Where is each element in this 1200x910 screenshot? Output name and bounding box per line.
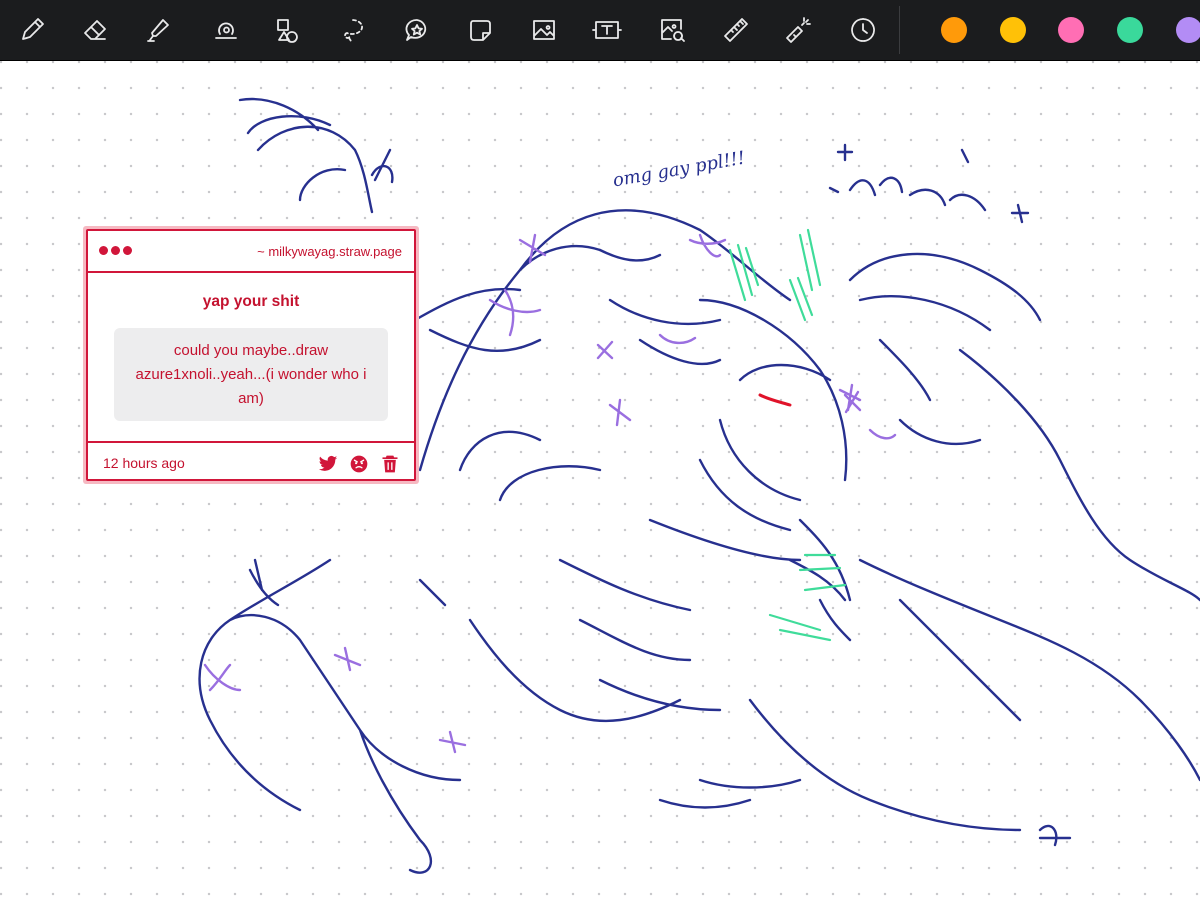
twitter-icon [318,455,338,471]
trash-icon [382,455,398,473]
card-message: could you maybe..draw azure1xnoli..yeah.… [135,341,367,407]
card-message-bubble: could you maybe..draw azure1xnoli..yeah.… [114,328,388,421]
card-timestamp: 12 hours ago [103,455,185,471]
card-title: yap your shit [202,293,300,310]
highlighter-tool-button[interactable] [136,8,180,52]
text-tool-button[interactable] [585,8,629,52]
color-swatch-orange[interactable] [941,17,967,43]
color-swatch-pink[interactable] [1058,17,1084,43]
pen-tool-button[interactable] [10,8,54,52]
image-icon [533,20,555,40]
share-twitter-button[interactable] [318,454,338,474]
sticker-icon [405,19,427,41]
sticky-note-icon [470,20,491,41]
shapes-tool-button[interactable] [266,8,310,52]
pen-icon [22,18,44,40]
text-icon [592,21,622,39]
card-url: ~ milkywayag.straw.page [257,244,402,259]
shape-icon [215,22,237,39]
window-dots-icon [99,246,132,256]
highlighter-icon [147,19,169,42]
ask-card: ~ milkywayag.straw.page yap your shit co… [83,226,419,484]
delete-button[interactable] [380,454,400,474]
shapes-icon [277,19,298,43]
image-zoom-icon [661,19,685,42]
sticky-note-tool-button[interactable] [458,8,502,52]
laser-pointer-icon [786,17,811,43]
shape-tool-button[interactable] [204,8,248,52]
clock-icon [851,18,875,42]
ask-card-header: ~ milkywayag.straw.page [88,231,414,273]
color-swatch-green[interactable] [1117,17,1143,43]
react-button[interactable] [349,454,369,474]
ruler-tool-button[interactable] [714,8,758,52]
ruler-icon [724,18,748,42]
lasso-tool-button[interactable] [331,8,375,52]
laser-pointer-tool-button[interactable] [776,8,820,52]
history-tool-button[interactable] [841,8,885,52]
eraser-tool-button[interactable] [73,8,117,52]
angry-face-icon [350,455,368,473]
lasso-icon [344,19,363,42]
image-tool-button[interactable] [522,8,566,52]
eraser-icon [84,20,106,40]
color-swatch-yellow[interactable] [1000,17,1026,43]
sticker-tool-button[interactable] [395,8,439,52]
toolbar-divider [899,6,900,54]
image-zoom-tool-button[interactable] [650,8,694,52]
ask-card-footer: 12 hours ago [88,441,414,487]
color-swatch-purple[interactable] [1176,17,1200,43]
ask-card-body: ~ milkywayag.straw.page yap your shit co… [86,229,416,481]
toolbar [0,0,1200,61]
